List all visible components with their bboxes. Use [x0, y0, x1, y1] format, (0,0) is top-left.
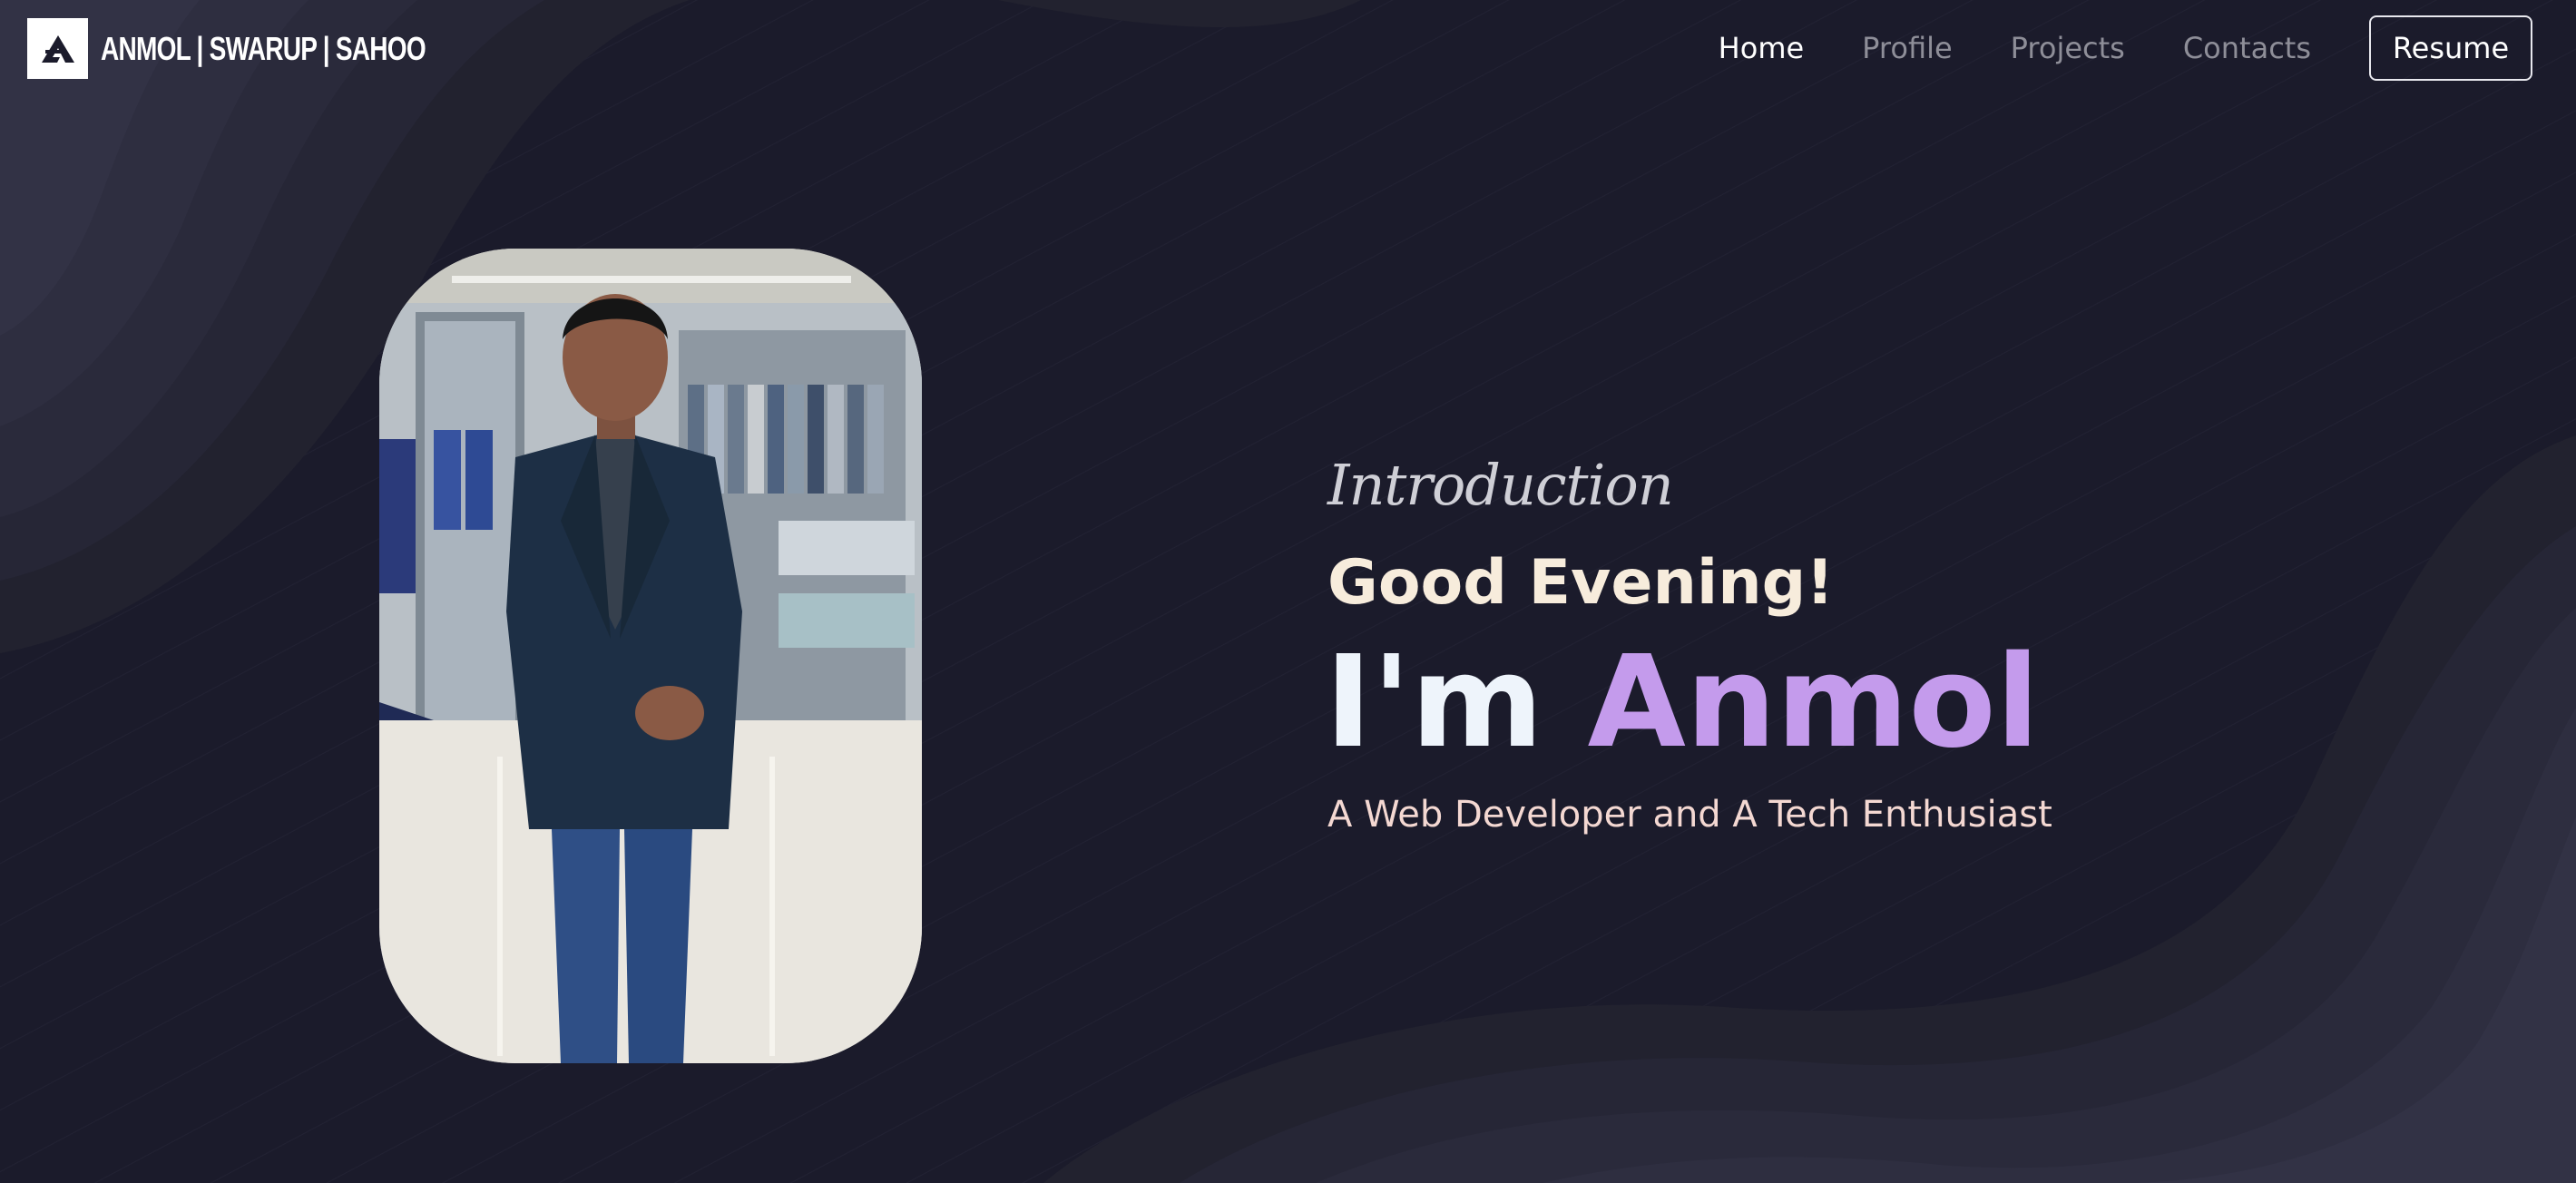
resume-button[interactable]: Resume	[2369, 15, 2532, 81]
intro-heading: Introduction	[1327, 452, 1674, 518]
monogram-a-logo-icon	[27, 18, 88, 79]
name-heading: I'm Anmol	[1325, 635, 2040, 771]
nav-home[interactable]: Home	[1719, 31, 1805, 65]
name-accent: Anmol	[1587, 629, 2040, 777]
brand-name: ANMOL | SWARUP | SAHOO	[101, 29, 426, 67]
name-prefix: I'm	[1325, 629, 1588, 777]
nav-contacts[interactable]: Contacts	[2183, 31, 2311, 65]
brand-logo[interactable]: ANMOL | SWARUP | SAHOO	[27, 18, 517, 79]
greeting: Good Evening!	[1327, 547, 1835, 619]
tagline: A Web Developer and A Tech Enthusiast	[1327, 794, 2052, 836]
main-nav: Home Profile Projects Contacts Resume	[1719, 13, 2532, 83]
nav-profile[interactable]: Profile	[1862, 31, 1953, 65]
nav-projects[interactable]: Projects	[2011, 31, 2125, 65]
profile-photo	[379, 249, 922, 1063]
